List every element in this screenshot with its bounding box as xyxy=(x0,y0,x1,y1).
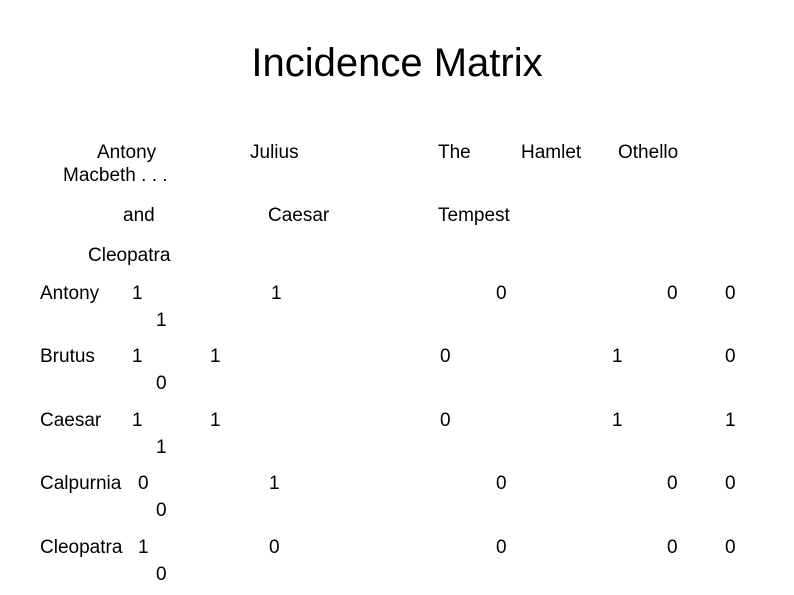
slide-canvas: Incidence Matrix Antony Julius The Hamlet Ot… xyxy=(0,0,794,595)
matrix-cell: 1 xyxy=(132,410,143,431)
matrix-cell-wrapped: 0 xyxy=(156,373,167,394)
row-label-caesar: Caesar xyxy=(40,410,102,431)
matrix-cell: 1 xyxy=(271,283,282,304)
matrix-cell: 1 xyxy=(725,410,736,431)
matrix-cell: 1 xyxy=(210,346,221,367)
matrix-cell: 0 xyxy=(440,346,451,367)
column-header-and: and xyxy=(123,205,155,226)
page-title: Incidence Matrix xyxy=(251,41,543,85)
column-header-julius: Julius xyxy=(250,142,299,163)
matrix-cell: 1 xyxy=(132,346,143,367)
matrix-cell: 0 xyxy=(138,473,149,494)
matrix-cell: 0 xyxy=(725,346,736,367)
column-header-the: The xyxy=(438,142,471,163)
matrix-cell: 1 xyxy=(269,473,280,494)
matrix-cell-wrapped: 1 xyxy=(156,437,167,458)
matrix-cell-wrapped: 1 xyxy=(156,310,167,331)
row-label-antony: Antony xyxy=(40,283,100,304)
matrix-cell: 1 xyxy=(132,283,143,304)
column-header-macbeth: Macbeth . . . xyxy=(63,165,168,186)
column-header-tempest: Tempest xyxy=(438,205,510,226)
matrix-cell: 1 xyxy=(138,537,149,558)
column-header-caesar: Caesar xyxy=(268,205,330,226)
matrix-cell: 0 xyxy=(496,283,507,304)
matrix-cell: 1 xyxy=(612,410,623,431)
matrix-cell-wrapped: 0 xyxy=(156,564,167,585)
matrix-cell: 0 xyxy=(667,473,678,494)
matrix-cell: 0 xyxy=(725,537,736,558)
matrix-cell-wrapped: 0 xyxy=(156,500,167,521)
column-header-hamlet: Hamlet xyxy=(521,142,582,163)
matrix-cell: 0 xyxy=(725,473,736,494)
matrix-cell: 0 xyxy=(496,473,507,494)
matrix-cell: 0 xyxy=(440,410,451,431)
row-label-brutus: Brutus xyxy=(40,346,95,367)
row-label-cleopatra: Cleopatra xyxy=(40,537,123,558)
row-label-calpurnia: Calpurnia xyxy=(40,473,122,494)
matrix-cell: 0 xyxy=(496,537,507,558)
matrix-cell: 1 xyxy=(210,410,221,431)
matrix-cell: 0 xyxy=(667,537,678,558)
column-header-othello: Othello xyxy=(618,142,679,163)
matrix-cell: 0 xyxy=(667,283,678,304)
matrix-cell: 0 xyxy=(269,537,280,558)
column-header-antony: Antony xyxy=(97,142,157,163)
matrix-cell: 1 xyxy=(612,346,623,367)
matrix-cell: 0 xyxy=(725,283,736,304)
column-header-cleopatra: Cleopatra xyxy=(88,245,171,266)
